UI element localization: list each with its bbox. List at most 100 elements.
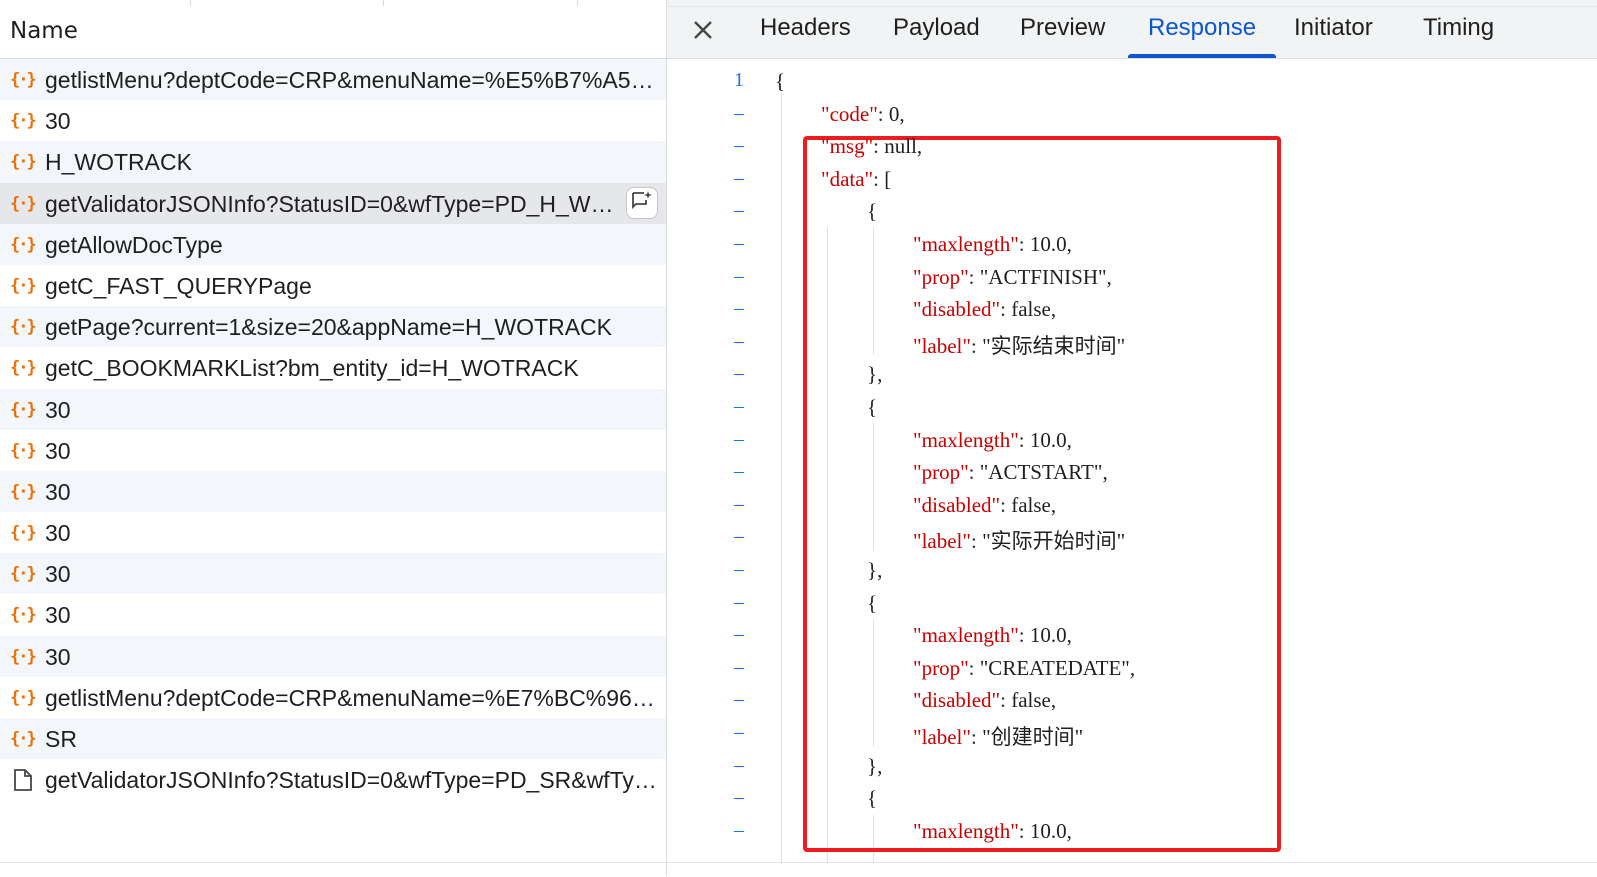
request-row[interactable]: getValidatorJSONInfo?StatusID=0&wfType=P… [0,759,666,800]
code-line: { [775,69,786,93]
code-line: "prop": "ACTFINISH", [913,264,1112,289]
fold-marker[interactable]: – [727,493,751,516]
code-line: "maxlength": 10.0, [913,232,1072,256]
fold-marker[interactable]: – [727,102,751,125]
code-line: "disabled": false, [913,492,1057,517]
json-braces-icon: {·} [10,481,37,502]
json-braces-icon: {·} [10,687,37,708]
fold-marker[interactable]: – [727,786,751,809]
fold-marker[interactable]: – [727,395,751,418]
json-braces-icon: {·} [10,440,37,461]
request-row[interactable]: {·} getAllowDocType [0,223,666,265]
ai-assistance-button[interactable] [626,186,658,219]
fold-marker[interactable]: – [727,362,751,385]
request-name: 30 [45,396,71,423]
code-line: "data": [ [821,166,892,191]
fold-marker[interactable]: – [727,232,751,255]
fold-marker[interactable]: – [727,428,751,451]
fold-marker[interactable]: – [727,656,751,679]
json-braces-icon: {·} [10,234,37,255]
code-line: "disabled": false, [913,688,1057,713]
fold-marker[interactable]: – [727,134,751,157]
indent-guide [781,94,782,864]
fold-marker[interactable]: – [727,265,751,288]
code-line: { [867,590,878,615]
fold-marker[interactable]: – [727,819,751,842]
fold-marker[interactable]: – [727,167,751,190]
status-bar [0,862,666,877]
request-name: H_WOTRACK [45,149,192,176]
tab-headers[interactable]: Headers [760,14,851,42]
request-detail-panel: Headers Payload Preview Response Initiat… [667,0,1597,876]
code-line: "prop": "CREATEDATE", [913,655,1136,680]
request-row[interactable]: {·} 30 [0,470,666,513]
fold-marker[interactable]: – [727,721,751,744]
json-braces-icon: {·} [10,317,37,338]
request-list-panel: Name {·} getlistMenu?deptCode=CRP&menuNam… [0,0,667,876]
response-code-viewer[interactable]: 1 {– "code": 0, – "msg": null, – "data": [– {– "… [667,59,1597,864]
request-row[interactable]: {·} 30 [0,512,666,553]
request-name: 30 [45,520,71,547]
name-column-header[interactable]: Name [0,6,666,59]
json-braces-icon: {·} [10,399,37,420]
json-braces-icon: {·} [10,564,37,585]
request-row[interactable]: {·} SR [0,718,666,760]
request-row[interactable]: {·} 30 [0,635,666,677]
json-braces-icon: {·} [10,646,37,667]
fold-marker[interactable]: – [727,330,751,353]
request-list: {·} getlistMenu?deptCode=CRP&menuName=%E5… [0,59,666,800]
request-row[interactable]: {·} getC_BOOKMARKList?bm_entity_id=H_WOTR… [0,347,666,388]
request-row[interactable]: {·} 30 [0,594,666,635]
indent-guide [873,815,874,863]
code-line: "code": 0, [821,101,905,126]
close-icon[interactable] [689,16,717,44]
tab-initiator[interactable]: Initiator [1294,14,1373,42]
code-line: "label": "实际结束时间" [913,333,1126,358]
tab-response[interactable]: Response [1148,14,1256,42]
tab-timing[interactable]: Timing [1423,14,1494,42]
request-row[interactable]: {·} getValidatorJSONInfo?StatusID=0&wfTyp… [0,182,666,224]
fold-marker[interactable]: – [727,460,751,483]
json-braces-icon: {·} [10,193,37,214]
request-row[interactable]: {·} getC_FAST_QUERYPage [0,265,666,306]
fold-marker[interactable]: – [727,297,751,320]
code-line: "maxlength": 10.0, [913,623,1072,648]
tab-payload[interactable]: Payload [893,14,980,42]
json-braces-icon: {·} [10,729,37,749]
request-name: getValidatorJSONInfo?StatusID=0&wfType=P… [45,190,615,217]
code-line: "disabled": false, [913,297,1057,322]
fold-marker[interactable]: – [727,754,751,777]
line-number: 1 [734,69,744,91]
code-line: { [867,199,878,224]
fold-marker[interactable]: – [727,199,751,222]
request-row[interactable]: {·} getlistMenu?deptCode=CRP&menuName=%E7… [0,677,666,718]
fold-marker[interactable]: – [727,623,751,646]
fold-marker[interactable]: – [727,525,751,548]
request-row[interactable]: {·} H_WOTRACK [0,141,666,183]
fold-marker[interactable]: – [727,591,751,614]
request-row[interactable]: {·} getPage?current=1&size=20&appName=H_W… [0,306,666,348]
request-name: SR [45,726,77,752]
tab-preview[interactable]: Preview [1020,14,1105,42]
fold-marker[interactable]: – [727,558,751,581]
request-row[interactable]: {·} getlistMenu?deptCode=CRP&menuName=%E5… [0,59,666,101]
code-line: { [867,395,878,419]
sparkle-chat-icon [632,190,652,209]
request-row[interactable]: {·} 30 [0,430,666,471]
request-row[interactable]: {·} 30 [0,553,666,595]
json-braces-icon: {·} [10,70,37,90]
json-braces-icon: {·} [10,358,37,379]
indent-guide [873,619,874,747]
request-row[interactable]: {·} 30 [0,100,666,141]
code-line: }, [867,362,883,387]
request-name: getC_FAST_QUERYPage [45,272,312,299]
request-name: getPage?current=1&size=20&appName=H_WOTR… [45,314,612,341]
request-row[interactable]: {·} 30 [0,388,666,430]
fold-marker[interactable]: – [727,688,751,711]
document-icon [14,769,32,792]
json-braces-icon: {·} [10,605,37,626]
request-name: getC_BOOKMARKList?bm_entity_id=H_WOTRACK [45,355,579,382]
request-name: getlistMenu?deptCode=CRP&menuName=%E5%B7… [45,67,657,93]
request-name: 30 [45,437,71,464]
request-name: 30 [45,602,71,629]
